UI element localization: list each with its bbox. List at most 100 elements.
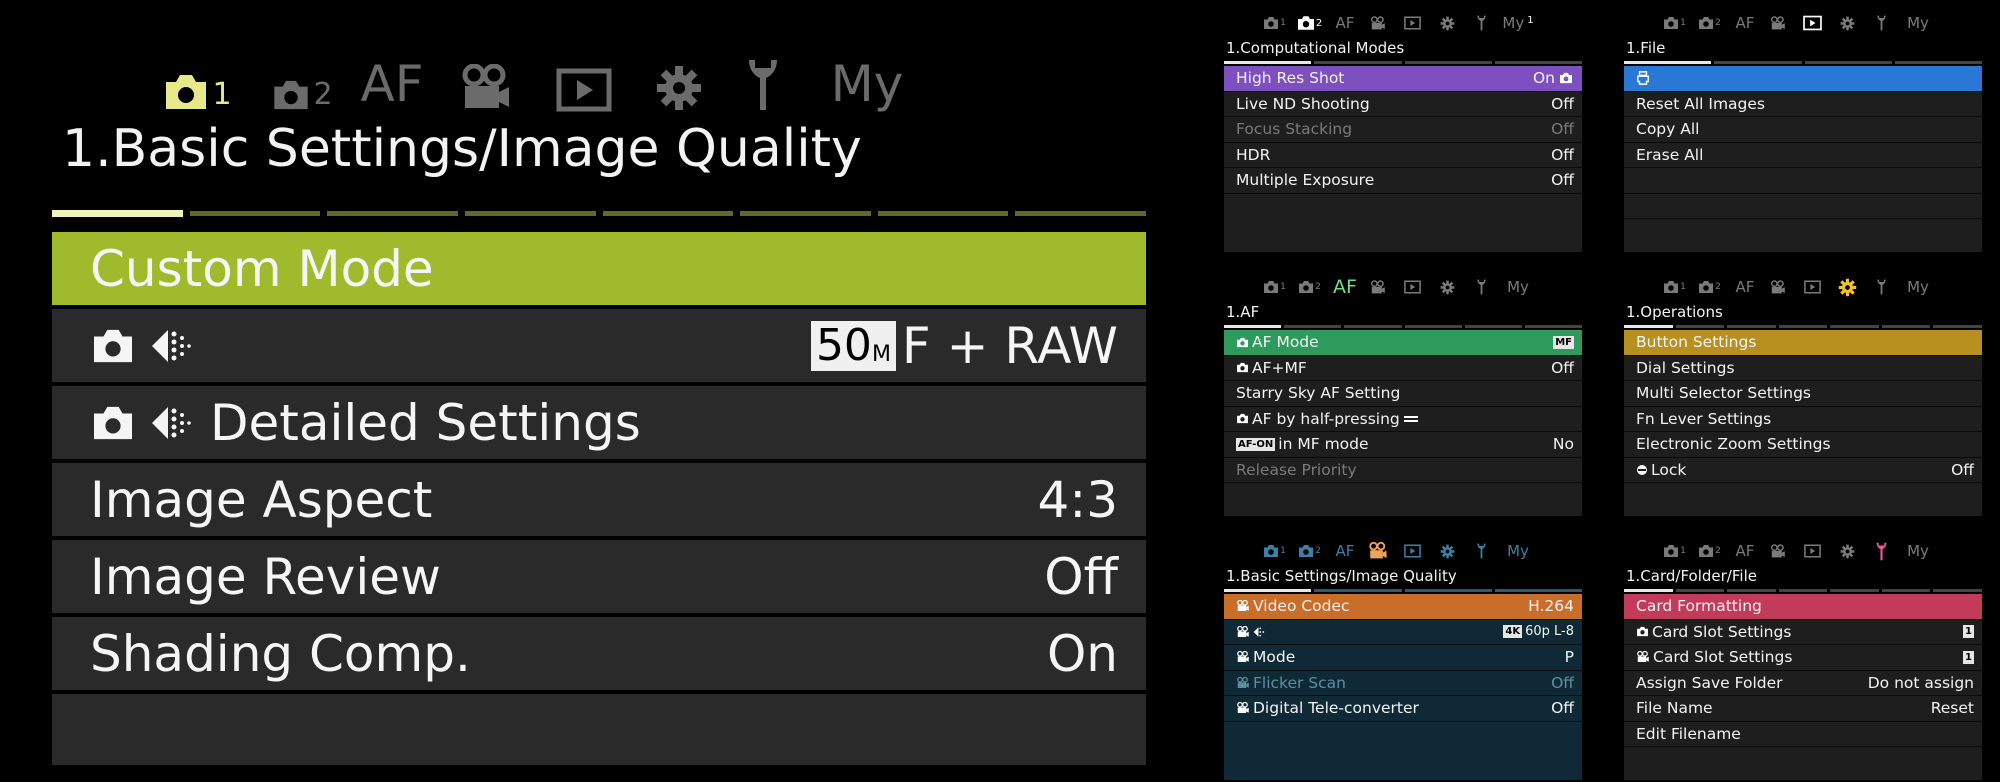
menu-item-af-mf[interactable]: AF+MF Off [1224, 356, 1582, 381]
tab-shooting-1[interactable]: 1 [1260, 12, 1288, 34]
tab-shooting-1[interactable]: 1 [1660, 276, 1688, 298]
camera-icon [166, 75, 207, 109]
menu-item-high-res-shot[interactable]: High Res Shot On [1224, 66, 1582, 92]
tab-af[interactable]: AF [1732, 276, 1758, 298]
tab-setup[interactable] [1836, 12, 1858, 34]
tab-playback[interactable] [1800, 540, 1824, 562]
tab-video[interactable] [1766, 540, 1790, 562]
menu-item-flicker-scan[interactable]: Flicker Scan Off [1224, 671, 1582, 696]
tab-custom[interactable] [1872, 276, 1890, 298]
menu-item-print-order[interactable] [1624, 66, 1982, 92]
menu-tabs: 1 2 AF My [1224, 272, 1582, 300]
menu-item-af-mode[interactable]: AF Mode MF [1224, 330, 1582, 356]
tab-my-menu[interactable]: My [1898, 276, 1938, 298]
menu-item-multiple-exposure[interactable]: Multiple Exposure Off [1224, 168, 1582, 194]
tab-shooting-2[interactable]: 2 [266, 30, 338, 112]
mf-badge: MF [1553, 335, 1574, 349]
tab-setup[interactable] [1834, 276, 1860, 298]
menu-item-lock[interactable]: Lock Off [1624, 458, 1982, 483]
menu-item-button-settings[interactable]: Button Settings [1624, 330, 1982, 356]
tab-custom[interactable] [1472, 276, 1490, 298]
menu-item-file-name[interactable]: File Name Reset [1624, 696, 1982, 722]
tab-custom[interactable] [1872, 12, 1890, 34]
tab-my-menu[interactable]: My [822, 30, 912, 112]
tab-custom[interactable] [1870, 540, 1892, 562]
tab-shooting-2[interactable]: 2 [1694, 540, 1724, 562]
playback-icon [556, 68, 612, 112]
tab-video[interactable] [1366, 276, 1390, 298]
menu-item-af-on-mf[interactable]: AF-ON in MF mode No [1224, 432, 1582, 458]
menu-item-image-quality[interactable]: 50 M F + RAW [52, 307, 1146, 384]
tab-video[interactable] [1766, 12, 1790, 34]
menu-item-image-review[interactable]: Image Review Off [52, 538, 1146, 615]
menu-item-af-half-press[interactable]: AF by half-pressing [1224, 407, 1582, 432]
menu-item-edit-filename[interactable]: Edit Filename [1624, 722, 1982, 747]
menu-item-electronic-zoom[interactable]: Electronic Zoom Settings [1624, 432, 1982, 458]
menu-item-shading-comp[interactable]: Shading Comp. On [52, 615, 1146, 692]
tab-my-menu[interactable]: My [1498, 276, 1538, 298]
tab-af[interactable]: AF [1732, 12, 1758, 34]
menu-item-video-quality[interactable]: 4K 60p L-8 [1224, 620, 1582, 645]
menu-item-card-slot-still[interactable]: Card Slot Settings 1 [1624, 620, 1982, 645]
menu-item-image-aspect[interactable]: Image Aspect 4:3 [52, 461, 1146, 538]
menu-item-detailed-settings[interactable]: Detailed Settings [52, 384, 1146, 461]
menu-item-assign-save-folder[interactable]: Assign Save Folder Do not assign [1624, 671, 1982, 696]
tab-shooting-1[interactable]: 1 [156, 30, 238, 112]
tab-video[interactable] [1366, 12, 1390, 34]
tab-video[interactable] [452, 30, 520, 112]
menu-item-hdr[interactable]: HDR Off [1224, 143, 1582, 168]
tab-playback[interactable] [1400, 540, 1424, 562]
menu-item-dial-settings[interactable]: Dial Settings [1624, 356, 1982, 381]
menu-item-erase-all[interactable]: Erase All [1624, 143, 1982, 168]
menu-item-focus-stacking[interactable]: Focus Stacking Off [1224, 117, 1582, 143]
tab-setup[interactable] [649, 30, 709, 112]
tab-shooting-2[interactable]: 2 [1694, 12, 1724, 34]
menu-item-video-mode[interactable]: Mode P [1224, 645, 1582, 671]
tab-setup[interactable] [1436, 540, 1458, 562]
menu-item-card-slot-video[interactable]: Card Slot Settings 1 [1624, 645, 1982, 671]
tab-af[interactable]: AF [1332, 540, 1358, 562]
menu-item-digital-teleconverter[interactable]: Digital Tele-converter Off [1224, 696, 1582, 722]
tab-custom[interactable] [1472, 540, 1490, 562]
tab-setup[interactable] [1436, 12, 1458, 34]
tab-shooting-2[interactable]: 2 [1294, 276, 1324, 298]
tab-shooting-2[interactable]: 2 [1694, 276, 1724, 298]
menu-item-multi-selector[interactable]: Multi Selector Settings [1624, 381, 1982, 407]
tab-shooting-1[interactable]: 1 [1260, 276, 1288, 298]
tab-af[interactable]: AF [1732, 540, 1758, 562]
playback-icon [1403, 544, 1421, 558]
tab-custom[interactable] [1472, 12, 1490, 34]
menu-item-live-nd[interactable]: Live ND Shooting Off [1224, 92, 1582, 117]
tab-playback[interactable] [1800, 12, 1824, 34]
tab-setup[interactable] [1436, 276, 1458, 298]
tab-playback[interactable] [1400, 12, 1424, 34]
menu-item-fn-lever[interactable]: Fn Lever Settings [1624, 407, 1982, 432]
menu-item-card-formatting[interactable]: Card Formatting [1624, 594, 1982, 620]
tab-shooting-1[interactable]: 1 [1260, 540, 1288, 562]
tab-shooting-2[interactable]: 2 [1294, 540, 1324, 562]
tab-my-menu[interactable]: My 1 [1498, 12, 1538, 34]
menu-tabs: 1 2 AF My [1624, 536, 1982, 564]
menu-item-starry-sky-af[interactable]: Starry Sky AF Setting [1224, 381, 1582, 407]
tab-shooting-2[interactable]: 2 [1294, 12, 1324, 34]
tab-playback[interactable] [1800, 276, 1824, 298]
tab-af[interactable]: AF [357, 30, 427, 112]
tab-setup[interactable] [1836, 540, 1858, 562]
tab-my-menu[interactable]: My [1498, 540, 1538, 562]
tab-my-menu[interactable]: My [1898, 540, 1938, 562]
menu-item-custom-mode[interactable]: Custom Mode [52, 230, 1146, 307]
tab-video[interactable] [1364, 540, 1392, 562]
menu-item-reset-all-images[interactable]: Reset All Images [1624, 92, 1982, 117]
menu-item-copy-all[interactable]: Copy All [1624, 117, 1982, 143]
tab-playback[interactable] [549, 30, 619, 112]
tab-custom[interactable] [735, 30, 791, 112]
tab-my-menu[interactable]: My [1898, 12, 1938, 34]
tab-playback[interactable] [1400, 276, 1424, 298]
tab-video[interactable] [1766, 276, 1790, 298]
tab-shooting-1[interactable]: 1 [1660, 540, 1688, 562]
tab-af[interactable]: AF [1332, 12, 1358, 34]
menu-item-video-codec[interactable]: Video Codec H.264 [1224, 594, 1582, 620]
tab-shooting-1[interactable]: 1 [1660, 12, 1688, 34]
menu-item-release-priority[interactable]: Release Priority [1224, 458, 1582, 483]
tab-af[interactable]: AF [1330, 276, 1360, 298]
